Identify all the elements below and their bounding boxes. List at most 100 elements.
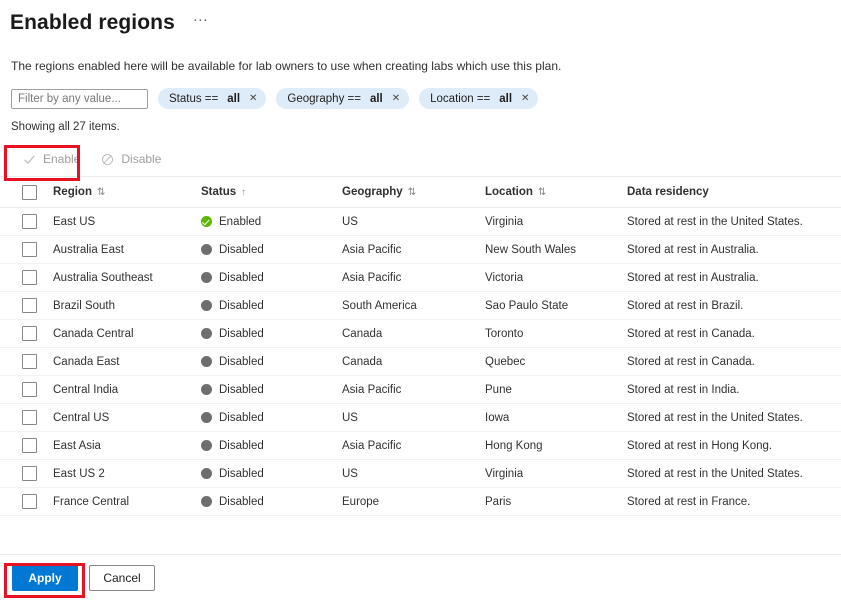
apply-button[interactable]: Apply (12, 565, 78, 591)
close-icon[interactable]: ✕ (249, 94, 257, 104)
cell-data-residency-text: Stored at rest in Canada. (627, 328, 755, 340)
cell-region-text: Brazil South (53, 300, 115, 312)
column-header-geography[interactable]: Geography⇅ (331, 177, 474, 208)
row-checkbox[interactable] (22, 438, 37, 453)
cell-location-text: Quebec (485, 356, 525, 368)
cell-status-text: Disabled (219, 384, 264, 396)
cell-data-residency-text: Stored at rest in France. (627, 496, 750, 508)
table-row[interactable]: East AsiaDisabledAsia PacificHong KongSt… (0, 432, 841, 460)
table-row[interactable]: Central IndiaDisabledAsia PacificPuneSto… (0, 376, 841, 404)
table-row[interactable]: East US 2DisabledUSVirginiaStored at res… (0, 460, 841, 488)
cell-region-text: Australia East (53, 244, 124, 256)
table-row[interactable]: Australia SoutheastDisabledAsia PacificV… (0, 264, 841, 292)
cell-data-residency-text: Stored at rest in Brazil. (627, 300, 743, 312)
cancel-button[interactable]: Cancel (89, 565, 155, 591)
cell-data-residency: Stored at rest in India. (616, 376, 841, 404)
row-checkbox[interactable] (22, 410, 37, 425)
table-body: East USEnabledUSVirginiaStored at rest i… (0, 208, 841, 516)
cell-geography: Asia Pacific (331, 236, 474, 264)
cell-data-residency-text: Stored at rest in Australia. (627, 272, 759, 284)
cell-geography: Asia Pacific (331, 432, 474, 460)
cell-geography: Europe (331, 488, 474, 516)
row-checkbox[interactable] (22, 382, 37, 397)
cell-region: Central India (42, 376, 190, 404)
cell-location-text: Toronto (485, 328, 523, 340)
cell-geography-text: Asia Pacific (342, 440, 401, 452)
close-icon[interactable]: ✕ (521, 94, 529, 104)
cell-region-text: Central US (53, 412, 109, 424)
disable-button-label: Disable (121, 152, 161, 166)
cell-location: Toronto (474, 320, 616, 348)
cell-data-residency: Stored at rest in Australia. (616, 264, 841, 292)
cell-region: Canada Central (42, 320, 190, 348)
select-all-checkbox[interactable] (22, 185, 37, 200)
row-checkbox[interactable] (22, 354, 37, 369)
cell-region: France Central (42, 488, 190, 516)
column-header-status[interactable]: Status↑ (190, 177, 331, 208)
row-select-cell (0, 432, 42, 460)
column-header-location[interactable]: Location ⇅ (474, 177, 616, 208)
cell-region: Central US (42, 404, 190, 432)
cell-region: Australia Southeast (42, 264, 190, 292)
cell-region-text: Canada East (53, 356, 120, 368)
status-disabled-icon (201, 244, 212, 255)
cell-location: Virginia (474, 460, 616, 488)
table-row[interactable]: Canada EastDisabledCanadaQuebecStored at… (0, 348, 841, 376)
filter-pill-location[interactable]: Location == all ✕ (419, 88, 538, 109)
close-icon[interactable]: ✕ (392, 94, 400, 104)
cell-geography: Canada (331, 348, 474, 376)
cell-status: Enabled (190, 208, 331, 236)
page-description: The regions enabled here will be availab… (0, 40, 841, 74)
cell-location: Sao Paulo State (474, 292, 616, 320)
enable-button[interactable]: Enable (12, 144, 90, 174)
table-row[interactable]: Central USDisabledUSIowaStored at rest i… (0, 404, 841, 432)
more-options-icon[interactable]: ··· (189, 14, 212, 32)
status-disabled-icon (201, 300, 212, 311)
row-checkbox[interactable] (22, 466, 37, 481)
cell-geography-text: US (342, 468, 358, 480)
column-header-data-residency[interactable]: Data residency (616, 177, 841, 208)
row-checkbox[interactable] (22, 326, 37, 341)
filter-pill-geography[interactable]: Geography == all ✕ (276, 88, 409, 109)
table-row[interactable]: Canada CentralDisabledCanadaTorontoStore… (0, 320, 841, 348)
status-disabled-icon (201, 440, 212, 451)
table-header-row: Region⇅ Status↑ Geography⇅ Location ⇅ (0, 177, 841, 208)
column-header-region[interactable]: Region⇅ (42, 177, 190, 208)
row-checkbox[interactable] (22, 298, 37, 313)
status-disabled-icon (201, 496, 212, 507)
cell-location: Virginia (474, 208, 616, 236)
row-checkbox[interactable] (22, 214, 37, 229)
cell-location-text: New South Wales (485, 244, 576, 256)
column-header-location-label: Location (485, 186, 533, 198)
table-row[interactable]: East USEnabledUSVirginiaStored at rest i… (0, 208, 841, 236)
cell-status: Disabled (190, 292, 331, 320)
table-row[interactable]: Brazil SouthDisabledSouth AmericaSao Pau… (0, 292, 841, 320)
status-disabled-icon (201, 384, 212, 395)
disable-button[interactable]: Disable (90, 144, 171, 174)
cell-region-text: Australia Southeast (53, 272, 153, 284)
sort-icon: ⇅ (538, 187, 546, 198)
row-checkbox[interactable] (22, 270, 37, 285)
cell-data-residency: Stored at rest in the United States. (616, 460, 841, 488)
cell-location-text: Virginia (485, 468, 523, 480)
status-disabled-icon (201, 468, 212, 479)
cell-data-residency-text: Stored at rest in the United States. (627, 412, 803, 424)
footer-action-bar: Apply Cancel (0, 554, 841, 601)
cell-data-residency: Stored at rest in the United States. (616, 208, 841, 236)
table-row[interactable]: France CentralDisabledEuropeParisStored … (0, 488, 841, 516)
row-checkbox[interactable] (22, 242, 37, 257)
table-row[interactable]: Australia EastDisabledAsia PacificNew So… (0, 236, 841, 264)
filter-input[interactable] (11, 89, 148, 109)
cell-status-text: Disabled (219, 440, 264, 452)
cell-region: Brazil South (42, 292, 190, 320)
cell-location-text: Paris (485, 496, 511, 508)
cell-geography: Canada (331, 320, 474, 348)
cell-region-text: Central India (53, 384, 118, 396)
cell-data-residency: Stored at rest in Canada. (616, 348, 841, 376)
row-checkbox[interactable] (22, 494, 37, 509)
filter-pill-geography-value: all (370, 93, 383, 105)
row-select-cell (0, 460, 42, 488)
cell-geography-text: Canada (342, 356, 382, 368)
cell-geography-text: Asia Pacific (342, 384, 401, 396)
filter-pill-status[interactable]: Status == all ✕ (158, 88, 266, 109)
